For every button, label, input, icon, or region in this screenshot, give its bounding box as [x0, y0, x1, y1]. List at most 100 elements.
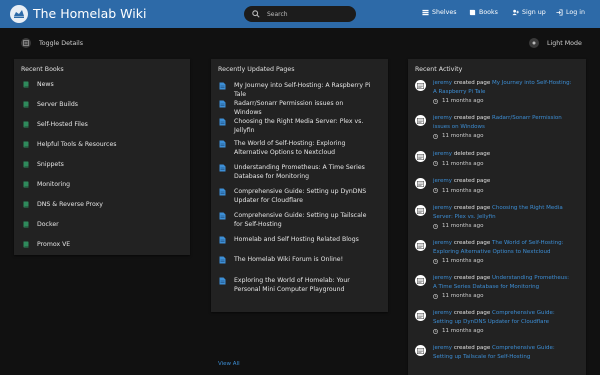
sun-icon — [529, 38, 539, 48]
logo-icon[interactable] — [10, 5, 28, 23]
activity-time-label: 11 months ago — [442, 98, 484, 104]
page-item[interactable]: Comprehensive Guide: Setting up Tailscal… — [219, 211, 372, 229]
page-item[interactable]: The Homelab Wiki Forum is Online! — [219, 255, 372, 264]
log-in-icon — [556, 9, 563, 16]
book-item-label: Monitoring — [37, 181, 71, 188]
page-item[interactable]: Exploring the World of Homelab: Your Per… — [219, 276, 372, 294]
activity-user-link[interactable]: jeremy — [433, 275, 452, 281]
book-icon — [23, 221, 29, 228]
search-bar[interactable] — [244, 6, 356, 22]
activity-icon — [415, 345, 426, 356]
activity-item: jeremy created page Understanding Promet… — [415, 274, 573, 301]
book-item[interactable]: Snippets — [23, 161, 64, 168]
activity-time-label: 11 months ago — [442, 293, 484, 299]
activity-user-link[interactable]: jeremy — [433, 80, 452, 86]
activity-text: jeremy created page Choosing the Right M… — [433, 204, 573, 231]
activity-target-link[interactable]: Radarr/Sonarr Permission issues on Windo… — [433, 115, 562, 130]
book-item[interactable]: Self-Hosted Files — [23, 121, 88, 128]
book-item[interactable]: Monitoring — [23, 181, 70, 188]
activity-item: jeremy created page Radarr/Sonarr Permis… — [415, 114, 573, 141]
activity-timestamp: 11 months ago — [433, 132, 573, 141]
activity-target-link[interactable]: Comprehensive Guide: Setting up Tailscal… — [433, 345, 555, 360]
activity-time-label: 11 months ago — [442, 133, 484, 139]
activity-target-link[interactable]: The World of Self-Hosting: Exploring Alt… — [433, 240, 563, 255]
nav-books-label: Books — [479, 9, 498, 16]
book-item-label: Snippets — [37, 161, 64, 168]
page-item-title: Choosing the Right Media Server: Plex vs… — [234, 118, 364, 134]
activity-user-link[interactable]: jeremy — [433, 310, 452, 316]
activity-timestamp: 11 months ago — [433, 187, 573, 196]
activity-time-label: 11 months ago — [442, 258, 484, 264]
clock-icon — [433, 188, 438, 194]
activity-time-label: 11 months ago — [442, 187, 484, 194]
book-item[interactable]: DNS & Reverse Proxy — [23, 201, 103, 208]
page-item[interactable]: Choosing the Right Media Server: Plex vs… — [219, 117, 372, 135]
activity-action: created page — [453, 310, 491, 316]
recent-activity-title: Recent Activity — [415, 66, 463, 73]
activity-time-label: 11 months ago — [442, 223, 484, 229]
page-icon — [219, 277, 226, 285]
book-item[interactable]: Promox VE — [23, 241, 70, 248]
activity-text: jeremy created page 11 months ago — [433, 177, 573, 195]
page-icon — [219, 164, 226, 172]
activity-target-link[interactable]: Choosing the Right Media Server: Plex vs… — [433, 205, 563, 220]
book-item[interactable]: Server Builds — [23, 101, 78, 108]
page-icon — [219, 140, 226, 148]
page-item[interactable]: Comprehensive Guide: Setting up DynDNS U… — [219, 187, 372, 205]
page-item[interactable]: The World of Self-Hosting: Exploring Alt… — [219, 139, 372, 157]
activity-icon — [415, 275, 426, 286]
page-icon — [219, 212, 226, 220]
activity-user-link[interactable]: jeremy — [433, 115, 452, 121]
activity-user-link[interactable]: jeremy — [433, 178, 452, 184]
nav-log-in-label: Log in — [566, 9, 585, 16]
activity-time-label: 11 months ago — [442, 160, 484, 167]
activity-item: jeremy created page The World of Self-Ho… — [415, 239, 573, 266]
page-icon — [219, 118, 226, 126]
activity-text: jeremy created page The World of Self-Ho… — [433, 239, 573, 266]
book-item[interactable]: Helpful Tools & Resources — [23, 141, 117, 148]
activity-action: created page — [453, 178, 491, 184]
nav-sign-up[interactable]: Sign up — [512, 9, 546, 16]
book-item-label: Server Builds — [37, 101, 79, 108]
shelves-icon — [422, 9, 429, 16]
search-input[interactable] — [267, 10, 347, 18]
activity-action: created page — [453, 345, 491, 351]
toggle-details-button[interactable]: Toggle Details — [21, 38, 83, 48]
view-all-link[interactable]: View All — [218, 361, 240, 367]
light-mode-button[interactable]: Light Mode — [529, 38, 582, 48]
activity-user-link[interactable]: jeremy — [433, 240, 452, 246]
top-header: The Homelab Wiki Shelves Books Sign up L… — [0, 0, 600, 28]
page-item-title: Exploring the World of Homelab: Your Per… — [234, 277, 350, 293]
book-item[interactable]: News — [23, 81, 54, 88]
activity-user-link[interactable]: jeremy — [433, 151, 452, 157]
book-icon — [23, 161, 29, 168]
activity-icon — [415, 115, 426, 126]
activity-action: created page — [453, 205, 491, 211]
activity-user-link[interactable]: jeremy — [433, 345, 452, 351]
book-item[interactable]: Docker — [23, 221, 59, 228]
page-item[interactable]: Understanding Prometheus: A Time Series … — [219, 163, 372, 181]
activity-timestamp: 11 months ago — [433, 222, 573, 231]
app-title[interactable]: The Homelab Wiki — [33, 6, 146, 21]
activity-action: created page — [453, 80, 491, 86]
activity-timestamp: 11 months ago — [433, 160, 573, 169]
activity-target-link[interactable]: Comprehensive Guide: Setting up DynDNS U… — [433, 310, 555, 325]
page-item-title: Understanding Prometheus: A Time Series … — [234, 164, 365, 180]
nav-books[interactable]: Books — [469, 9, 498, 16]
page-icon — [219, 188, 226, 196]
nav-sign-up-label: Sign up — [522, 9, 546, 16]
page-item[interactable]: Radarr/Sonarr Permission issues on Windo… — [219, 99, 372, 117]
page-item[interactable]: My Journey into Self-Hosting: A Raspberr… — [219, 81, 372, 99]
books-icon — [469, 9, 476, 16]
activity-icon — [415, 151, 426, 162]
nav-shelves[interactable]: Shelves — [422, 9, 457, 16]
book-item-label: Promox VE — [37, 241, 71, 248]
page-item[interactable]: Homelab and Self Hosting Related Blogs — [219, 235, 372, 244]
clock-icon — [433, 98, 438, 104]
activity-user-link[interactable]: jeremy — [433, 205, 452, 211]
activity-icon — [415, 205, 426, 216]
page-icon — [219, 100, 226, 108]
book-icon — [23, 241, 29, 248]
nav-log-in[interactable]: Log in — [556, 9, 585, 16]
recent-pages-title: Recently Updated Pages — [218, 66, 295, 73]
